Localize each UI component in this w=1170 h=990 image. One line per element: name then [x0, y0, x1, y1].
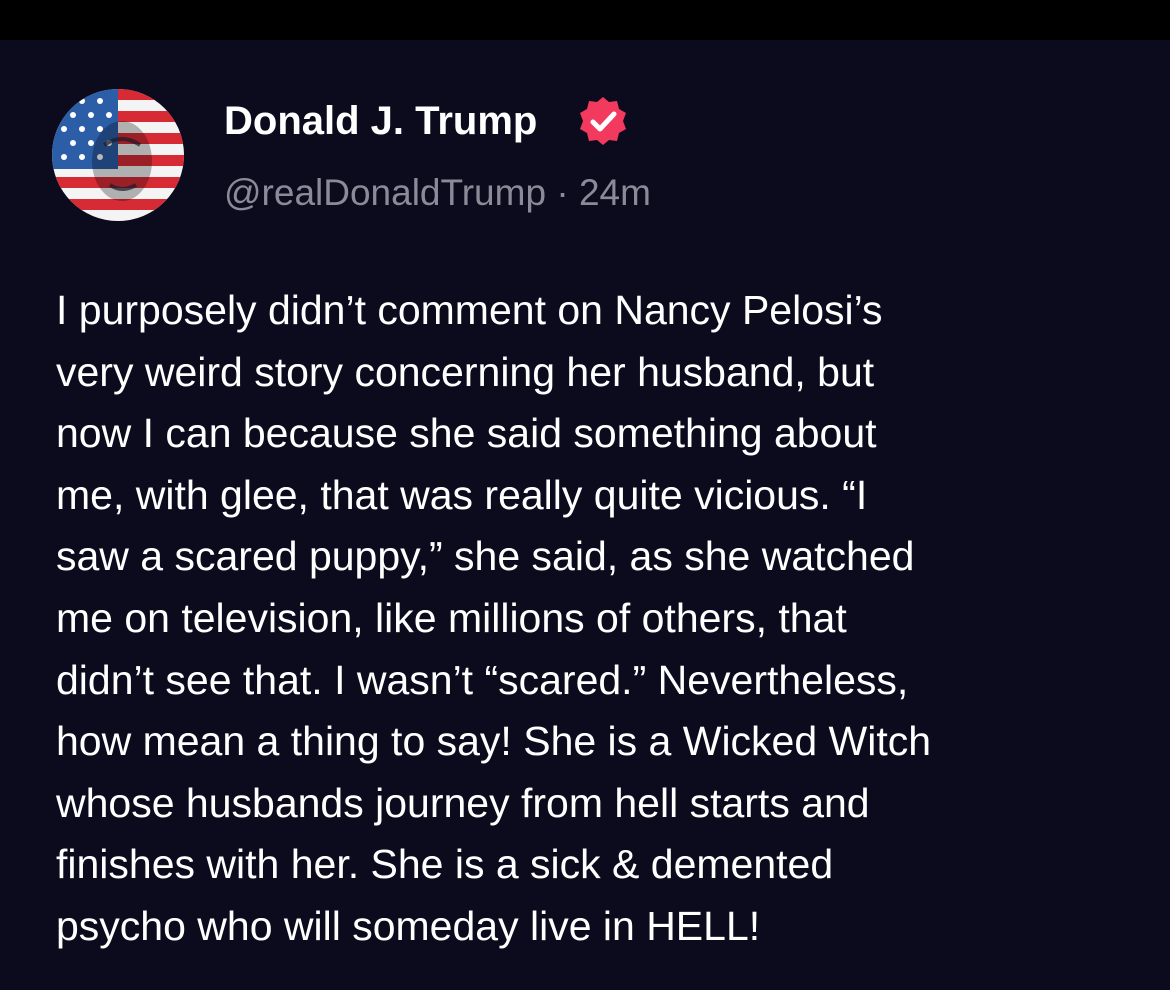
author-handle[interactable]: @realDonaldTrump: [224, 172, 546, 213]
avatar[interactable]: [52, 89, 184, 221]
handle-timestamp-line: @realDonaldTrump · 24m: [224, 170, 651, 216]
meta-separator: ·: [556, 172, 569, 213]
post-body-text: I purposely didn’t comment on Nancy Pelo…: [56, 287, 932, 949]
author-name[interactable]: Donald J. Trump: [224, 97, 537, 145]
screen-frame: Donald J. Trump @realDonaldTrump · 24m I…: [0, 0, 1170, 990]
verified-badge-icon: [580, 97, 626, 145]
flag-portrait-avatar-icon: [52, 89, 184, 221]
post-timestamp[interactable]: 24m: [579, 172, 651, 213]
